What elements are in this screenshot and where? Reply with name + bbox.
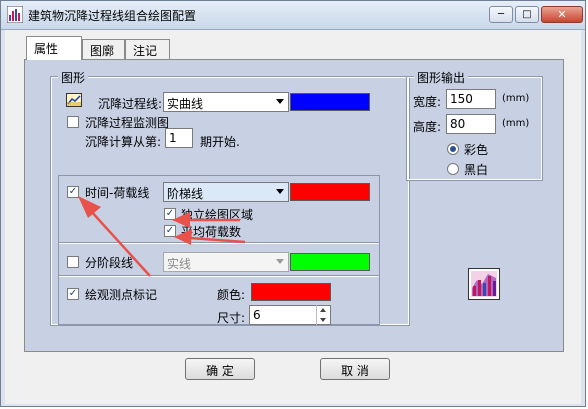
- height-label: 高度:: [413, 120, 442, 134]
- shape-group-title: 图形: [58, 69, 89, 86]
- tab-label: 图廓: [90, 44, 115, 58]
- staged-line-color-swatch[interactable]: [290, 253, 370, 271]
- chevron-down-icon[interactable]: [320, 318, 326, 322]
- calc-from-input[interactable]: 1: [165, 128, 193, 148]
- close-button[interactable]: ✕: [541, 6, 583, 23]
- mark-color-label: 颜色:: [217, 288, 246, 302]
- width-unit: (mm): [502, 93, 530, 104]
- cancel-button[interactable]: 取 消: [320, 358, 390, 380]
- staged-line-checkbox[interactable]: [67, 256, 79, 268]
- chevron-down-icon: [276, 259, 284, 264]
- avg-load-label: 平均荷载数: [181, 225, 242, 239]
- obs-mark-label: 绘观测点标记: [85, 288, 158, 302]
- chart-preview-icon: [468, 268, 500, 300]
- staged-line-select[interactable]: 实线: [163, 252, 289, 272]
- settlement-curve-select[interactable]: 实曲线: [163, 92, 289, 112]
- time-load-color-swatch[interactable]: [290, 183, 370, 201]
- close-icon: ✕: [557, 8, 567, 21]
- time-load-checkbox[interactable]: ✓: [67, 186, 79, 198]
- select-value: 阶梯线: [167, 187, 204, 201]
- bw-radio-label: 黑白: [464, 163, 489, 177]
- select-value: 实线: [167, 257, 192, 271]
- properties-panel: 图形 沉降过程线: 实曲线 沉降过程监测图 沉降计算从第: 1 期开始. ✓ 时…: [24, 59, 564, 352]
- spin-buttons[interactable]: [316, 305, 330, 325]
- mark-size-label: 尺寸:: [217, 311, 246, 325]
- chevron-down-icon: [276, 99, 284, 104]
- mark-size-stepper[interactable]: 6: [249, 305, 331, 325]
- avg-load-checkbox[interactable]: ✓: [164, 225, 176, 237]
- dialog-client: 属性 图廓 注记 图形 沉降过程线: 实曲线 沉降过程监测图 沉降计算从第: 1…: [5, 30, 581, 404]
- input-value: 150: [450, 92, 473, 106]
- monitor-chart-checkbox[interactable]: [67, 116, 79, 128]
- ok-button[interactable]: 确 定: [185, 358, 255, 380]
- independent-area-checkbox[interactable]: ✓: [164, 208, 176, 220]
- tab-label: 属性: [34, 42, 59, 56]
- dialog-window: 建筑物沉降过程线组合绘图配置 ─ □ ✕ 属性 图廓 注记 图形 沉降过程线: …: [0, 0, 586, 407]
- title-bar[interactable]: 建筑物沉降过程线组合绘图配置 ─ □ ✕: [1, 1, 585, 30]
- tab-annotation[interactable]: 注记: [125, 39, 170, 59]
- obs-mark-checkbox[interactable]: ✓: [67, 288, 79, 300]
- output-group-title: 图形输出: [414, 69, 469, 86]
- color-radio[interactable]: [447, 143, 459, 155]
- input-value: 80: [450, 117, 466, 131]
- bw-radio[interactable]: [447, 163, 459, 175]
- staged-line-label: 分阶段线: [85, 256, 134, 270]
- tab-properties[interactable]: 属性: [26, 36, 82, 60]
- input-value: 6: [253, 308, 261, 322]
- input-value: 1: [169, 131, 177, 145]
- chevron-up-icon[interactable]: [320, 308, 326, 312]
- height-unit: (mm): [502, 118, 530, 129]
- minimize-button[interactable]: ─: [489, 6, 513, 23]
- ok-button-label: 确 定: [206, 364, 234, 378]
- color-radio-label: 彩色: [464, 143, 489, 157]
- tab-label: 注记: [133, 44, 158, 58]
- window-title: 建筑物沉降过程线组合绘图配置: [28, 9, 197, 23]
- separator: [59, 242, 379, 244]
- calc-from-suffix: 期开始.: [200, 135, 240, 149]
- chart-app-icon: [7, 6, 23, 23]
- height-input[interactable]: 80: [446, 114, 496, 134]
- settlement-curve-label: 沉降过程线:: [98, 97, 163, 111]
- width-label: 宽度:: [413, 95, 442, 109]
- settlement-curve-icon: [66, 93, 82, 107]
- monitor-chart-label: 沉降过程监测图: [85, 116, 170, 130]
- cancel-button-label: 取 消: [341, 364, 369, 378]
- width-input[interactable]: 150: [446, 89, 496, 109]
- independent-area-label: 独立绘图区域: [181, 208, 254, 222]
- tab-frame[interactable]: 图廓: [82, 39, 125, 59]
- separator: [59, 275, 379, 277]
- mark-color-swatch[interactable]: [251, 283, 331, 301]
- time-load-label: 时间-荷载线: [85, 186, 150, 200]
- maximize-button[interactable]: □: [515, 6, 539, 23]
- settlement-curve-color-swatch[interactable]: [290, 93, 370, 111]
- time-load-select[interactable]: 阶梯线: [163, 182, 289, 202]
- calc-from-label: 沉降计算从第:: [85, 135, 162, 149]
- maximize-icon: □: [522, 8, 532, 20]
- select-value: 实曲线: [167, 97, 204, 111]
- chevron-down-icon: [276, 189, 284, 194]
- minimize-icon: ─: [497, 8, 505, 20]
